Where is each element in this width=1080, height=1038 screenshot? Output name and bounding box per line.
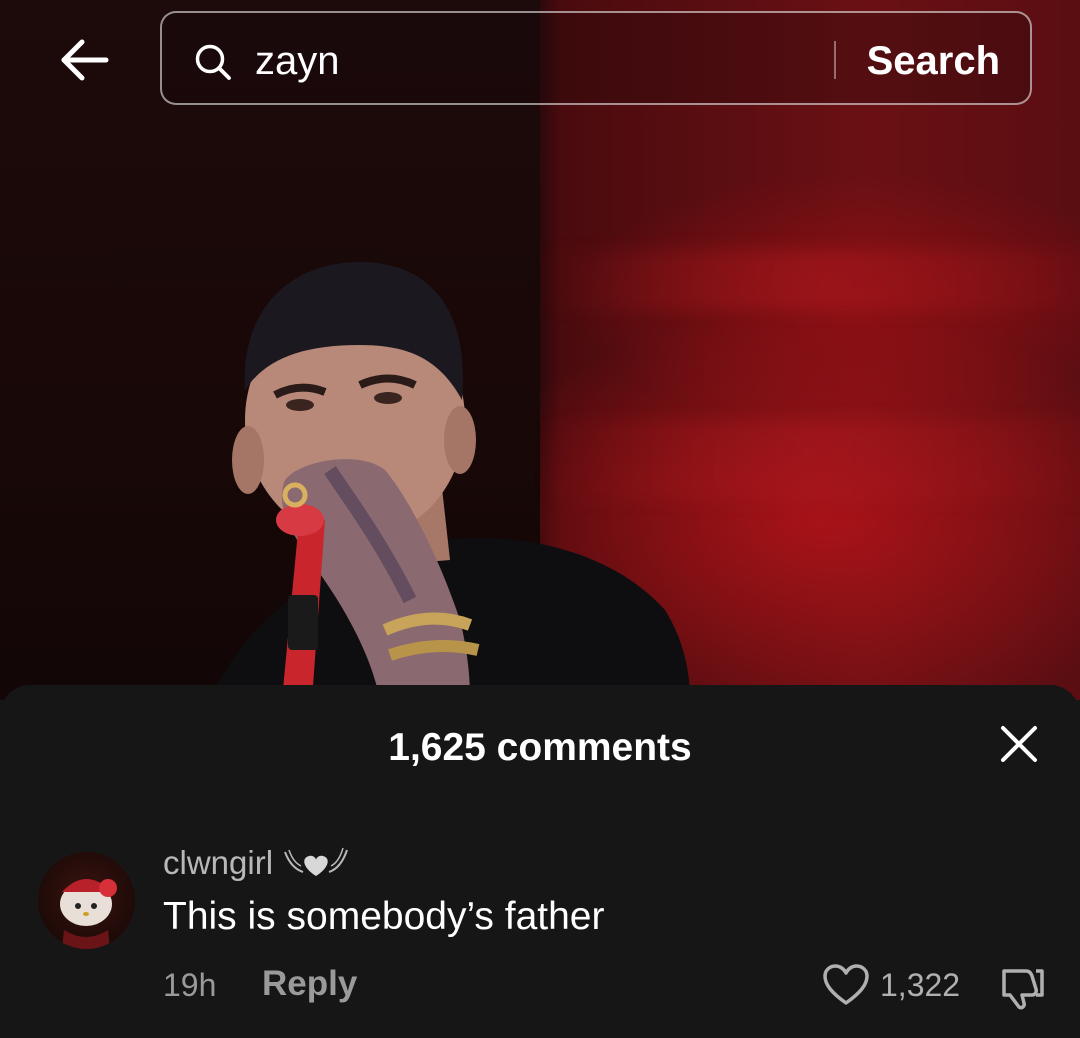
search-divider: [834, 41, 836, 79]
back-button[interactable]: [52, 28, 116, 92]
comments-sheet: 1,625 comments clwngirl This is somebody…: [0, 685, 1080, 1038]
reply-button[interactable]: Reply: [262, 963, 357, 1005]
like-count: 1,322: [880, 967, 961, 1003]
comment-timestamp: 19h: [163, 967, 217, 1003]
winged-heart-icon: [284, 847, 348, 876]
arrow-left-icon: [61, 39, 109, 81]
avatar[interactable]: [38, 852, 135, 949]
comments-count-title: 1,625 comments: [388, 726, 692, 769]
search-bar[interactable]: zayn Search: [160, 11, 1032, 105]
video-frame-performer: [210, 262, 690, 700]
heart-outline-icon: [823, 964, 869, 1005]
like-button[interactable]: 1,322: [822, 963, 960, 1007]
username-row: clwngirl: [163, 843, 351, 883]
comment-text: This is somebody’s father: [163, 895, 605, 938]
thumbs-down-icon[interactable]: [996, 961, 1046, 1011]
close-icon[interactable]: [996, 721, 1042, 767]
comment-item: clwngirl This is somebody’s father 19h R…: [0, 835, 1080, 1035]
search-button[interactable]: Search: [867, 37, 1000, 85]
search-input[interactable]: zayn: [255, 37, 340, 85]
video-player[interactable]: [0, 0, 1080, 700]
comment-username[interactable]: clwngirl: [163, 843, 273, 883]
magnifier-icon: [195, 44, 231, 80]
avatar-image: [60, 879, 117, 949]
